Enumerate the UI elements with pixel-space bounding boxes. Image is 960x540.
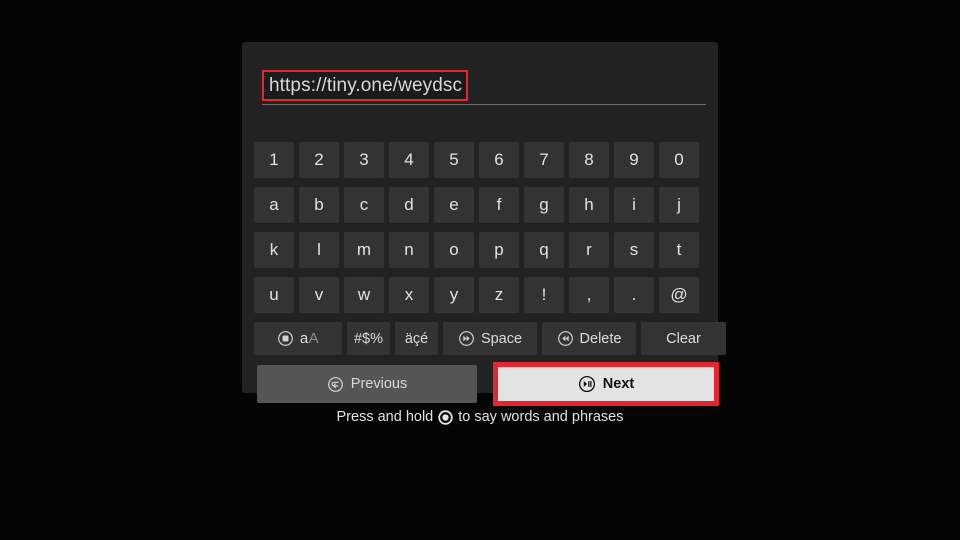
key-k[interactable]: k [254,232,294,268]
key-v[interactable]: v [299,277,339,313]
keyboard-row-functions: aA #$% äçé Space [254,322,726,355]
next-button-label: Next [603,376,634,392]
key-delete[interactable]: Delete [542,322,636,355]
key-c[interactable]: c [344,187,384,223]
key-i[interactable]: i [614,187,654,223]
case-upper-label: A [309,330,320,347]
key-comma[interactable]: , [569,277,609,313]
key-clear[interactable]: Clear [641,322,726,355]
key-x[interactable]: x [389,277,429,313]
key-s[interactable]: s [614,232,654,268]
key-3[interactable]: 3 [344,142,384,178]
voice-button-icon [438,410,453,425]
key-6[interactable]: 6 [479,142,519,178]
key-r[interactable]: r [569,232,609,268]
key-exclamation[interactable]: ! [524,277,564,313]
key-u[interactable]: u [254,277,294,313]
key-g[interactable]: g [524,187,564,223]
url-entry-area: https://tiny.one/weydsc [254,70,706,106]
key-space-label: Space [481,331,522,347]
back-button-icon [327,376,344,393]
key-space[interactable]: Space [443,322,537,355]
key-a[interactable]: a [254,187,294,223]
key-period[interactable]: . [614,277,654,313]
key-symbols[interactable]: #$% [347,322,390,355]
voice-hint-suffix: to say words and phrases [458,409,623,425]
tv-keyboard-screen: https://tiny.one/weydsc 1 2 3 4 5 6 7 8 … [0,0,960,540]
key-accents[interactable]: äçé [395,322,438,355]
key-8[interactable]: 8 [569,142,609,178]
key-m[interactable]: m [344,232,384,268]
previous-button-label: Previous [351,376,407,392]
keyboard-row-letters-u-z: u v w x y z ! , . @ [254,277,699,313]
play-pause-button-icon [578,375,596,393]
entry-underline [262,104,706,105]
case-lower-label: a [300,330,309,347]
key-p[interactable]: p [479,232,519,268]
key-e[interactable]: e [434,187,474,223]
keyboard-row-numbers: 1 2 3 4 5 6 7 8 9 0 [254,142,699,178]
url-input-value: https://tiny.one/weydsc [269,75,462,97]
key-o[interactable]: o [434,232,474,268]
navigation-row: Previous Next [254,365,706,403]
rewind-button-icon [557,330,574,347]
fast-forward-button-icon [458,330,475,347]
key-n[interactable]: n [389,232,429,268]
url-input-field[interactable]: https://tiny.one/weydsc [262,70,468,101]
next-button-focus-ring: Next [493,362,719,406]
key-5[interactable]: 5 [434,142,474,178]
key-1[interactable]: 1 [254,142,294,178]
key-w[interactable]: w [344,277,384,313]
key-2[interactable]: 2 [299,142,339,178]
key-7[interactable]: 7 [524,142,564,178]
select-button-icon [277,330,294,347]
key-case-toggle[interactable]: aA [254,322,342,355]
key-b[interactable]: b [299,187,339,223]
key-0[interactable]: 0 [659,142,699,178]
voice-hint: Press and hold to say words and phrases [0,409,960,425]
key-q[interactable]: q [524,232,564,268]
key-9[interactable]: 9 [614,142,654,178]
key-4[interactable]: 4 [389,142,429,178]
keyboard-panel: https://tiny.one/weydsc 1 2 3 4 5 6 7 8 … [242,42,718,393]
key-at[interactable]: @ [659,277,699,313]
voice-hint-prefix: Press and hold [337,409,434,425]
key-d[interactable]: d [389,187,429,223]
next-button[interactable]: Next [498,367,714,401]
key-f[interactable]: f [479,187,519,223]
key-h[interactable]: h [569,187,609,223]
key-j[interactable]: j [659,187,699,223]
previous-button[interactable]: Previous [257,365,477,403]
key-l[interactable]: l [299,232,339,268]
key-z[interactable]: z [479,277,519,313]
key-y[interactable]: y [434,277,474,313]
key-delete-label: Delete [580,331,622,347]
keyboard-row-letters-a-j: a b c d e f g h i j [254,187,699,223]
keyboard-row-letters-k-t: k l m n o p q r s t [254,232,699,268]
key-case-labels: aA [300,330,319,347]
key-t[interactable]: t [659,232,699,268]
